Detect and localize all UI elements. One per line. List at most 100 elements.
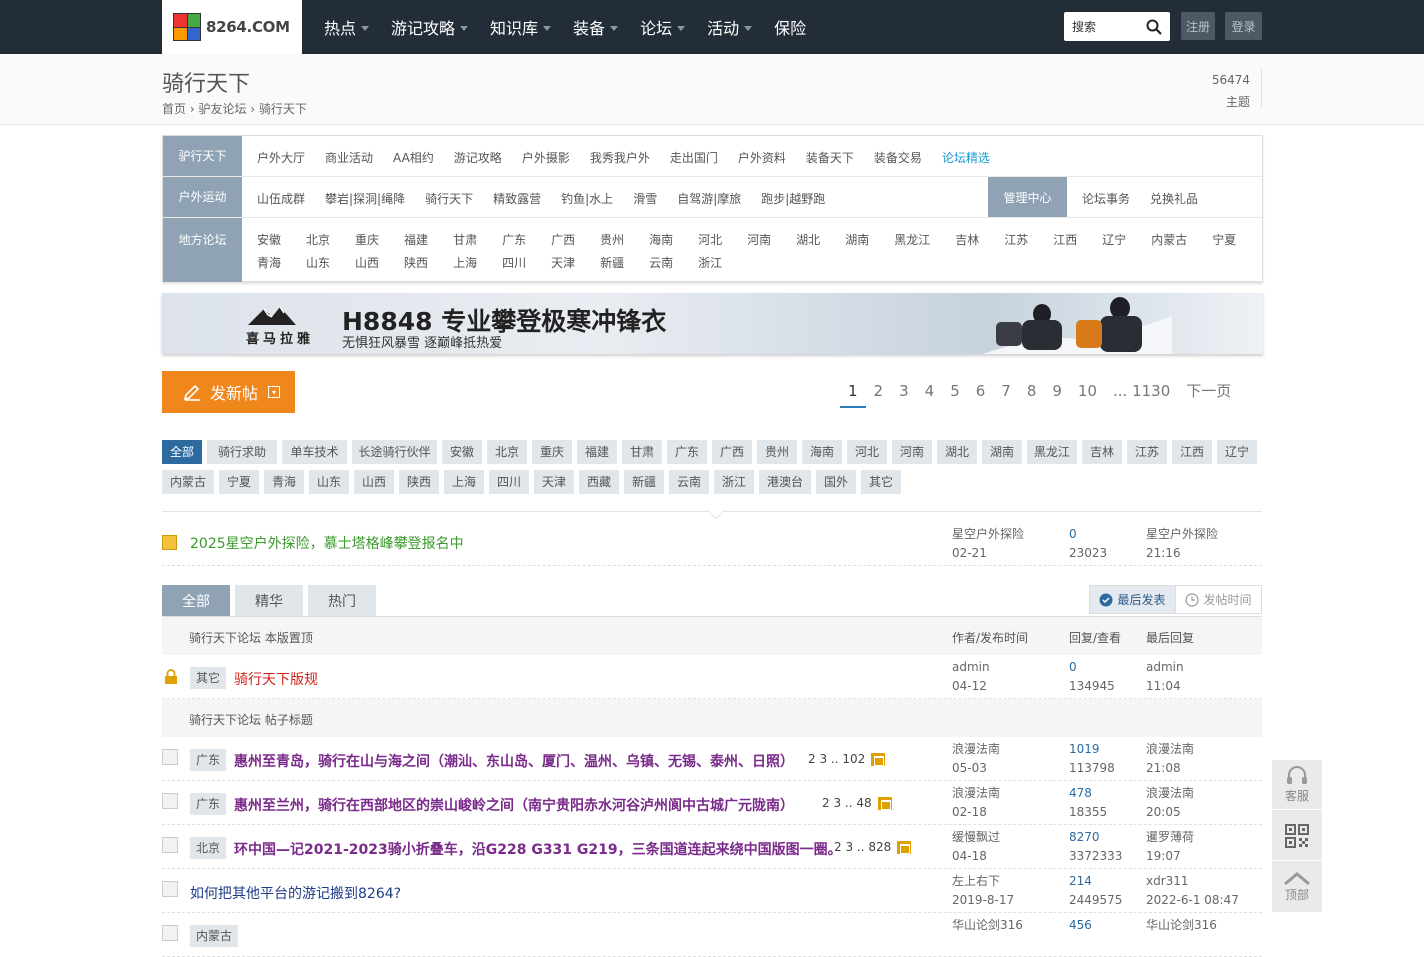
tab-hot[interactable]: 热门 bbox=[308, 585, 376, 616]
page-link-2[interactable]: 3 bbox=[891, 380, 917, 408]
search-icon[interactable] bbox=[1146, 19, 1162, 35]
tag-row2-0[interactable]: 内蒙古 bbox=[162, 470, 214, 494]
sport-link-7[interactable]: 跑步|越野跑 bbox=[761, 190, 825, 207]
tag-row2-14[interactable]: 国外 bbox=[816, 470, 856, 494]
thread-tag[interactable]: 内蒙古 bbox=[190, 925, 239, 947]
thread-page-links[interactable]: 2 3 .. 48 bbox=[822, 796, 872, 810]
region-link-b-8[interactable]: 云南 bbox=[649, 254, 673, 271]
region-link-8[interactable]: 海南 bbox=[649, 231, 673, 248]
breadcrumb-current[interactable]: 骑行天下 bbox=[259, 102, 307, 116]
manage-link-0[interactable]: 论坛事务 bbox=[1082, 190, 1130, 207]
thread-page-links[interactable]: 2 3 .. 102 bbox=[808, 752, 865, 766]
region-link-9[interactable]: 河北 bbox=[698, 231, 722, 248]
tag-row2-9[interactable]: 西藏 bbox=[579, 470, 619, 494]
thread-last-user[interactable]: 华山论剑316 bbox=[1146, 916, 1217, 935]
forum-link-8[interactable]: 装备天下 bbox=[806, 149, 854, 166]
region-link-10[interactable]: 河南 bbox=[747, 231, 771, 248]
thread-page-links[interactable]: 2 3 .. 828 bbox=[834, 840, 891, 854]
nav-item-2[interactable]: 知识库 bbox=[490, 15, 552, 39]
tag-row1-21[interactable]: 辽宁 bbox=[1217, 440, 1257, 464]
region-link-15[interactable]: 江苏 bbox=[1004, 231, 1028, 248]
tag-row1-18[interactable]: 吉林 bbox=[1082, 440, 1122, 464]
tag-row2-2[interactable]: 青海 bbox=[264, 470, 304, 494]
tag-row1-11[interactable]: 贵州 bbox=[757, 440, 797, 464]
tag-row2-11[interactable]: 云南 bbox=[669, 470, 709, 494]
nav-item-4[interactable]: 论坛 bbox=[640, 15, 686, 39]
sticky-thread-tag[interactable]: 其它 bbox=[190, 667, 227, 689]
tag-row1-8[interactable]: 甘肃 bbox=[622, 440, 662, 464]
breadcrumb-forum[interactable]: 驴友论坛 bbox=[198, 102, 246, 116]
thread-last-user[interactable]: 浪漫法南 bbox=[1146, 784, 1194, 803]
thread-author[interactable]: 缓慢飘过 bbox=[952, 828, 1000, 847]
page-link-9[interactable]: 10 bbox=[1070, 380, 1105, 408]
region-link-b-6[interactable]: 天津 bbox=[551, 254, 575, 271]
manage-link-1[interactable]: 兑换礼品 bbox=[1150, 190, 1198, 207]
forum-menu-head-2[interactable]: 户外运动 bbox=[163, 177, 242, 217]
dropdown-icon[interactable]: ▾ bbox=[268, 386, 281, 398]
region-link-b-3[interactable]: 陕西 bbox=[404, 254, 428, 271]
forum-link-5[interactable]: 我秀我户外 bbox=[590, 149, 650, 166]
thread-author[interactable]: 华山论剑316 bbox=[952, 916, 1023, 935]
forum-link-4[interactable]: 户外摄影 bbox=[522, 149, 570, 166]
page-link-10[interactable]: ... 1130 bbox=[1105, 380, 1178, 408]
tab-all[interactable]: 全部 bbox=[162, 585, 230, 616]
page-link-6[interactable]: 7 bbox=[993, 380, 1019, 408]
ad-banner[interactable]: 喜马拉雅 H8848 专业攀登极寒冲锋衣 无惧狂风暴雪 逐巅峰抵热爱 bbox=[162, 293, 1263, 354]
page-link-1[interactable]: 2 bbox=[866, 380, 892, 408]
region-link-6[interactable]: 广西 bbox=[551, 231, 575, 248]
manage-center-tab[interactable]: 管理中心 bbox=[988, 177, 1067, 217]
tag-row1-5[interactable]: 北京 bbox=[487, 440, 527, 464]
back-to-top-button[interactable]: 顶部 bbox=[1272, 862, 1322, 912]
sport-link-3[interactable]: 精致露营 bbox=[493, 190, 541, 207]
region-link-5[interactable]: 广东 bbox=[502, 231, 526, 248]
page-link-5[interactable]: 6 bbox=[968, 380, 994, 408]
forum-link-10[interactable]: 论坛精选 bbox=[942, 149, 990, 166]
forum-menu-head-3[interactable]: 地方论坛 bbox=[163, 218, 242, 282]
forum-link-6[interactable]: 走出国门 bbox=[670, 149, 718, 166]
region-link-11[interactable]: 湖北 bbox=[796, 231, 820, 248]
page-link-11[interactable]: 下一页 bbox=[1178, 380, 1239, 408]
tag-row1-16[interactable]: 湖南 bbox=[982, 440, 1022, 464]
tag-row1-20[interactable]: 江西 bbox=[1172, 440, 1212, 464]
region-link-13[interactable]: 黑龙江 bbox=[894, 231, 930, 248]
tag-row1-2[interactable]: 单车技术 bbox=[282, 440, 347, 464]
region-link-1[interactable]: 北京 bbox=[306, 231, 330, 248]
tag-row1-10[interactable]: 广西 bbox=[712, 440, 752, 464]
region-link-7[interactable]: 贵州 bbox=[600, 231, 624, 248]
tab-digest[interactable]: 精华 bbox=[235, 585, 303, 616]
region-link-b-1[interactable]: 山东 bbox=[306, 254, 330, 271]
forum-link-0[interactable]: 户外大厅 bbox=[257, 149, 305, 166]
announcement-author[interactable]: 星空户外探险 bbox=[952, 525, 1024, 544]
region-link-12[interactable]: 湖南 bbox=[845, 231, 869, 248]
forum-link-7[interactable]: 户外资料 bbox=[738, 149, 786, 166]
region-link-3[interactable]: 福建 bbox=[404, 231, 428, 248]
register-button[interactable]: 注册 bbox=[1181, 12, 1215, 40]
region-link-b-7[interactable]: 新疆 bbox=[600, 254, 624, 271]
nav-item-3[interactable]: 装备 bbox=[573, 15, 619, 39]
region-link-16[interactable]: 江西 bbox=[1053, 231, 1077, 248]
region-link-17[interactable]: 辽宁 bbox=[1102, 231, 1126, 248]
search-box[interactable] bbox=[1064, 12, 1170, 41]
page-link-4[interactable]: 5 bbox=[942, 380, 968, 408]
thread-last-user[interactable]: 浪漫法南 bbox=[1146, 740, 1194, 759]
page-link-7[interactable]: 8 bbox=[1019, 380, 1045, 408]
site-logo[interactable]: 8264.COM bbox=[162, 0, 302, 54]
thread-tag[interactable]: 北京 bbox=[190, 837, 227, 859]
region-link-b-2[interactable]: 山西 bbox=[355, 254, 379, 271]
tag-row1-7[interactable]: 福建 bbox=[577, 440, 617, 464]
region-link-b-4[interactable]: 上海 bbox=[453, 254, 477, 271]
customer-service-button[interactable]: 客服 bbox=[1272, 760, 1322, 810]
region-link-18[interactable]: 内蒙古 bbox=[1151, 231, 1187, 248]
login-button[interactable]: 登录 bbox=[1225, 12, 1262, 40]
tag-row2-1[interactable]: 宁夏 bbox=[219, 470, 259, 494]
new-post-button[interactable]: 发新帖 ▾ bbox=[162, 371, 295, 413]
announcement-title[interactable]: 2025星空户外探险，慕士塔格峰攀登报名中 bbox=[190, 533, 464, 553]
tag-row1-13[interactable]: 河北 bbox=[847, 440, 887, 464]
tag-row1-12[interactable]: 海南 bbox=[802, 440, 842, 464]
sort-latest-button[interactable]: 最后发表 bbox=[1089, 585, 1176, 614]
sort-posttime-button[interactable]: 发帖时间 bbox=[1175, 585, 1262, 614]
tag-row2-10[interactable]: 新疆 bbox=[624, 470, 664, 494]
region-link-b-9[interactable]: 浙江 bbox=[698, 254, 722, 271]
sport-link-4[interactable]: 钓鱼|水上 bbox=[561, 190, 613, 207]
breadcrumb-home[interactable]: 首页 bbox=[162, 102, 186, 116]
